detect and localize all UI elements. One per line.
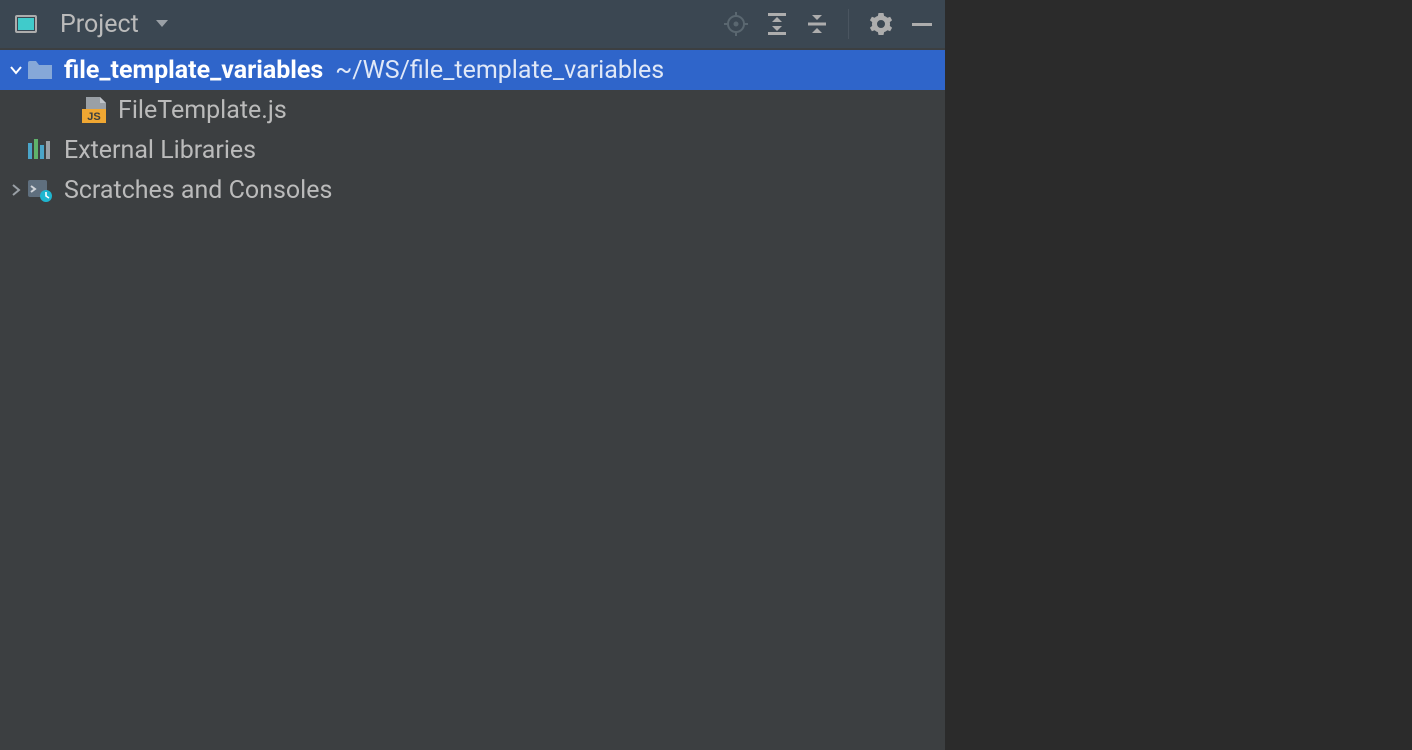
project-root-name: file_template_variables [64, 56, 323, 85]
folder-icon [26, 59, 54, 81]
project-root-node[interactable]: file_template_variables ~/WS/file_templa… [0, 50, 945, 90]
tree-file-node[interactable]: JS FileTemplate.js [0, 90, 945, 130]
editor-area [945, 0, 1412, 750]
js-file-icon: JS [80, 97, 108, 123]
tree-file-label: FileTemplate.js [118, 96, 287, 125]
external-libraries-node[interactable]: External Libraries [0, 130, 945, 170]
scratches-icon [26, 178, 54, 202]
project-root-path: ~/WS/file_template_variables [335, 56, 664, 85]
expand-all-icon[interactable] [766, 12, 788, 36]
dropdown-arrow-icon [155, 19, 169, 29]
external-libraries-label: External Libraries [64, 136, 256, 165]
gear-icon[interactable] [869, 12, 893, 36]
locate-icon[interactable] [724, 12, 748, 36]
minimize-icon[interactable] [911, 12, 933, 36]
project-tool-window: Project [0, 0, 945, 750]
project-tree[interactable]: file_template_variables ~/WS/file_templa… [0, 48, 945, 750]
project-panel-header: Project [0, 0, 945, 48]
panel-toolbar [724, 9, 933, 39]
chevron-right-icon[interactable] [6, 182, 26, 198]
scratches-consoles-label: Scratches and Consoles [64, 176, 332, 205]
panel-title: Project [60, 10, 139, 39]
chevron-down-icon[interactable] [6, 62, 26, 78]
project-view-selector[interactable]: Project [12, 10, 724, 39]
scratches-consoles-node[interactable]: Scratches and Consoles [0, 170, 945, 210]
svg-text:JS: JS [87, 111, 100, 123]
collapse-all-icon[interactable] [806, 12, 828, 36]
toolbar-divider [848, 9, 849, 39]
project-window-icon [12, 12, 40, 36]
libraries-icon [26, 139, 54, 161]
